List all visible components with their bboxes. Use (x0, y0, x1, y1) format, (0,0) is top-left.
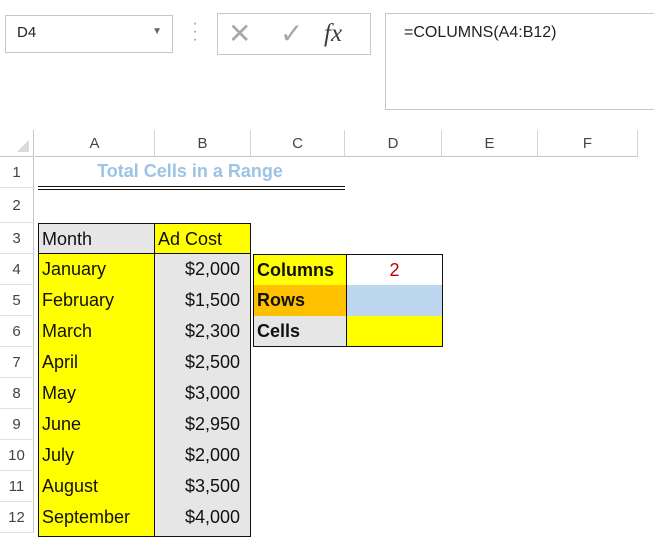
column-header-b[interactable]: B (155, 130, 251, 157)
table-row-cost[interactable]: $3,000 (155, 378, 250, 409)
column-header-a[interactable]: A (35, 130, 155, 157)
row-header-2[interactable]: 2 (0, 188, 34, 223)
table-row-month[interactable]: September (39, 502, 154, 533)
row-header-10[interactable]: 10 (0, 440, 34, 471)
table-row-month[interactable]: March (39, 316, 154, 347)
formula-text: =COLUMNS(A4:B12) (404, 24, 557, 41)
row-header-1[interactable]: 1 (0, 157, 34, 188)
rows-label[interactable]: Rows (254, 285, 346, 316)
header-ad-cost[interactable]: Ad Cost (154, 223, 251, 254)
table-row-cost[interactable]: $3,500 (155, 471, 250, 502)
row-header-3[interactable]: 3 (0, 223, 34, 254)
table-row-month[interactable]: May (39, 378, 154, 409)
table-row-cost[interactable]: $2,500 (155, 347, 250, 378)
cancel-icon[interactable]: ✕ (228, 20, 251, 48)
row-header-6[interactable]: 6 (0, 316, 34, 347)
title-double-underline (38, 186, 345, 190)
name-box-value: D4 (17, 24, 37, 41)
column-header-e[interactable]: E (442, 130, 538, 157)
header-month[interactable]: Month (38, 223, 155, 254)
row-header-4[interactable]: 4 (0, 254, 34, 285)
row-header-11[interactable]: 11 (0, 471, 34, 502)
row-header-12[interactable]: 12 (0, 502, 34, 533)
select-all-corner[interactable] (0, 130, 34, 157)
column-header-d[interactable]: D (345, 130, 442, 157)
columns-value[interactable]: 2 (346, 255, 442, 285)
table-row-month[interactable]: April (39, 347, 154, 378)
table-row-cost[interactable]: $2,300 (155, 316, 250, 347)
formula-bar-grip-icon[interactable]: · · · (191, 16, 199, 48)
table-row-month[interactable]: August (39, 471, 154, 502)
table-row-month[interactable]: June (39, 409, 154, 440)
column-header-f[interactable]: F (538, 130, 638, 157)
table-row-month[interactable]: January (39, 254, 154, 285)
table-row-cost[interactable]: $2,950 (155, 409, 250, 440)
name-box[interactable]: D4 ▼ (5, 15, 173, 53)
formula-input[interactable]: =COLUMNS(A4:B12) (385, 13, 654, 110)
table-row-month[interactable]: February (39, 285, 154, 316)
table-row-cost[interactable]: $2,000 (155, 254, 250, 285)
table-row-cost[interactable]: $1,500 (155, 285, 250, 316)
insert-function-icon[interactable]: fx (324, 20, 342, 48)
row-header-5[interactable]: 5 (0, 285, 34, 316)
table-row-cost[interactable]: $4,000 (155, 502, 250, 533)
cells-label[interactable]: Cells (254, 316, 346, 346)
chevron-down-icon[interactable]: ▼ (152, 26, 162, 37)
table-row-month[interactable]: July (39, 440, 154, 471)
cells-value[interactable] (346, 316, 442, 346)
rows-value[interactable] (346, 285, 442, 316)
title-cell[interactable]: Total Cells in a Range (35, 157, 345, 186)
formula-buttons: ✕ ✓ fx (217, 13, 371, 55)
column-header-c[interactable]: C (251, 130, 345, 157)
row-header-7[interactable]: 7 (0, 347, 34, 378)
row-header-9[interactable]: 9 (0, 409, 34, 440)
table-row-cost[interactable]: $2,000 (155, 440, 250, 471)
row-header-8[interactable]: 8 (0, 378, 34, 409)
columns-label[interactable]: Columns (254, 255, 346, 285)
enter-icon[interactable]: ✓ (280, 20, 303, 48)
